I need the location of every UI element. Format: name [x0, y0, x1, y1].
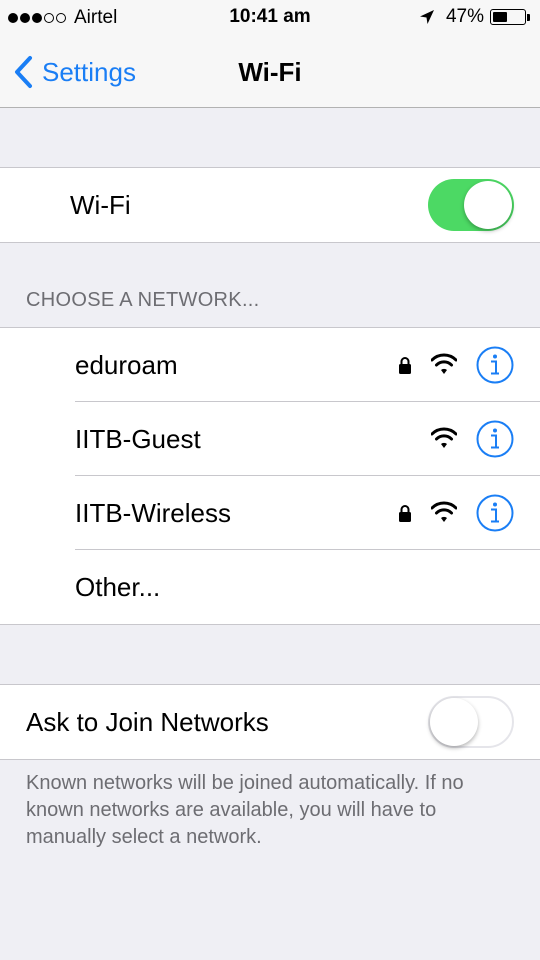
wifi-toggle-row: Wi-Fi	[0, 168, 540, 242]
network-row-eduroam[interactable]: eduroam	[0, 328, 540, 402]
network-name: IITB-Guest	[75, 424, 201, 454]
battery-level	[493, 12, 507, 22]
ask-to-join-row: Ask to Join Networks	[0, 685, 540, 759]
info-circle-icon[interactable]	[476, 494, 514, 532]
lock-icon	[399, 357, 411, 374]
networks-group: eduroam IITB-Guest IITB-Wireless Other..…	[0, 327, 540, 625]
lock-icon	[399, 505, 411, 522]
ask-to-join-switch[interactable]	[428, 696, 514, 748]
choose-network-header: CHOOSE A NETWORK...	[26, 289, 260, 311]
battery-percent: 47%	[445, 6, 484, 27]
wifi-switch[interactable]	[428, 179, 514, 231]
other-network-label: Other...	[75, 572, 161, 602]
status-right: 47%	[418, 6, 530, 28]
network-row-iitb-guest[interactable]: IITB-Guest	[0, 402, 540, 476]
wifi-toggle-group: Wi-Fi	[0, 167, 540, 243]
info-circle-icon[interactable]	[476, 346, 514, 384]
wifi-signal-icon	[431, 501, 457, 522]
network-row-iitb-wireless[interactable]: IITB-Wireless	[0, 476, 540, 550]
wifi-signal-icon	[431, 353, 457, 374]
network-name: IITB-Wireless	[75, 498, 231, 528]
ask-to-join-note: Known networks will be joined automatica…	[26, 772, 464, 848]
page-title: Wi-Fi	[238, 57, 302, 87]
ask-to-join-label: Ask to Join Networks	[26, 707, 269, 737]
network-row-other[interactable]: Other...	[0, 550, 540, 624]
wifi-toggle-label: Wi-Fi	[70, 190, 131, 220]
switch-knob	[430, 698, 478, 746]
network-name: eduroam	[75, 350, 178, 380]
switch-knob	[464, 181, 512, 229]
battery-tip	[527, 13, 530, 21]
location-arrow-icon	[419, 10, 434, 24]
navigation-bar: Settings Wi-Fi	[0, 36, 540, 108]
wifi-signal-icon	[431, 427, 457, 448]
info-circle-icon[interactable]	[476, 420, 514, 458]
battery-icon	[490, 9, 526, 25]
ask-to-join-group: Ask to Join Networks	[0, 684, 540, 760]
status-bar: Airtel 10:41 am 47%	[0, 0, 540, 36]
